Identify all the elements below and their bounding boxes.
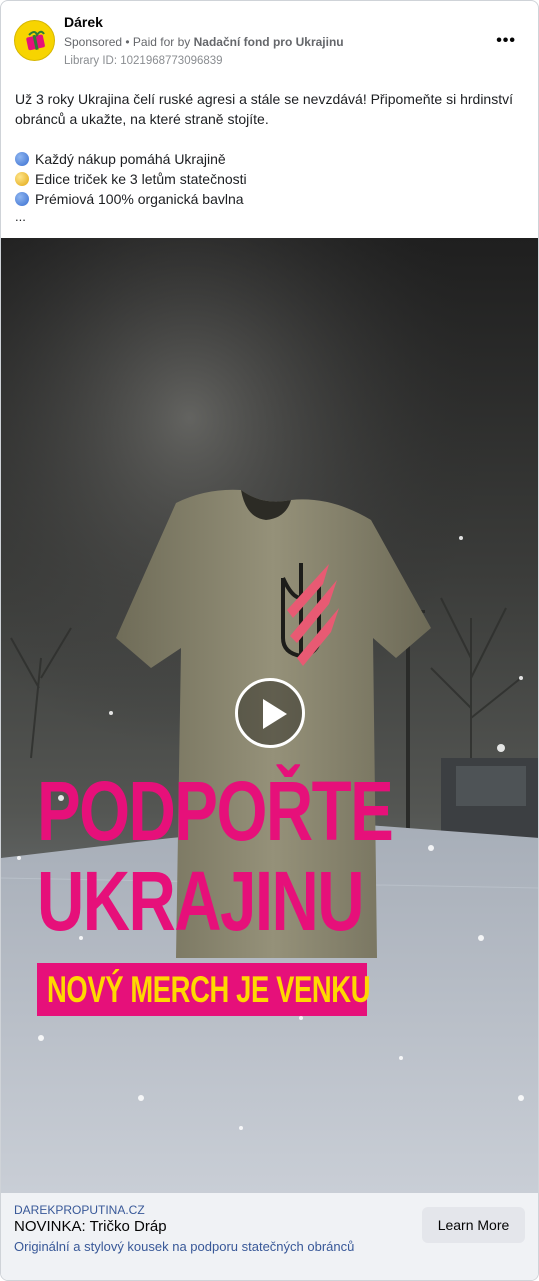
- yellow-circle-icon: [15, 172, 29, 186]
- blue-circle-icon: [15, 192, 29, 206]
- video-headline-2: UKRAJINU: [37, 854, 365, 948]
- ad-intro: Už 3 roky Ukrajina čelí ruské agresi a s…: [15, 91, 513, 127]
- play-icon[interactable]: [235, 678, 305, 748]
- page-name[interactable]: Dárek: [64, 14, 103, 30]
- video-media[interactable]: PODPOŘTE UKRAJINU NOVÝ MERCH JE VENKU: [1, 238, 538, 1193]
- page-avatar[interactable]: [14, 20, 55, 61]
- paid-for-org[interactable]: Nadační fond pro Ukrajinu: [194, 35, 344, 49]
- blue-circle-icon: [15, 152, 29, 166]
- video-banner-text: NOVÝ MERCH JE VENKU: [47, 969, 371, 1010]
- sponsored-label: Sponsored: [64, 35, 123, 49]
- learn-more-button[interactable]: Learn More: [422, 1207, 525, 1243]
- bullet-item: Edice triček ke 3 letům statečnosti: [15, 169, 530, 189]
- link-description[interactable]: Originální a stylový kousek na podporu s…: [14, 1239, 354, 1254]
- bullet-text: Edice triček ke 3 letům statečnosti: [35, 171, 247, 187]
- more-options-icon[interactable]: •••: [496, 32, 516, 50]
- sponsored-line: Sponsored • Paid for by Nadační fond pro…: [64, 35, 344, 49]
- bullet-item: Každý nákup pomáhá Ukrajině: [15, 149, 530, 169]
- see-more-ellipsis[interactable]: ...: [15, 207, 530, 227]
- ad-header: Dárek Sponsored • Paid for by Nadační fo…: [1, 1, 538, 81]
- bullet-text: Každý nákup pomáhá Ukrajině: [35, 151, 226, 167]
- bullet-text: Prémiová 100% organická bavlna: [35, 191, 244, 207]
- gift-icon: [26, 30, 45, 51]
- video-banner: NOVÝ MERCH JE VENKU: [37, 963, 371, 1016]
- ad-card: Dárek Sponsored • Paid for by Nadační fo…: [0, 0, 539, 1281]
- link-title[interactable]: NOVINKA: Tričko Dráp: [14, 1218, 167, 1235]
- library-id: Library ID: 1021968773096839: [64, 55, 223, 67]
- bullet-item: Prémiová 100% organická bavlna: [15, 189, 530, 209]
- link-domain[interactable]: DAREKPROPUTINA.CZ: [14, 1203, 145, 1217]
- link-preview-footer[interactable]: DAREKPROPUTINA.CZ NOVINKA: Tričko Dráp O…: [1, 1193, 538, 1280]
- paid-for-prefix: • Paid for by: [122, 35, 194, 49]
- ad-body-text: Už 3 roky Ukrajina čelí ruské agresi a s…: [15, 89, 530, 227]
- video-headline-1: PODPOŘTE: [37, 764, 394, 858]
